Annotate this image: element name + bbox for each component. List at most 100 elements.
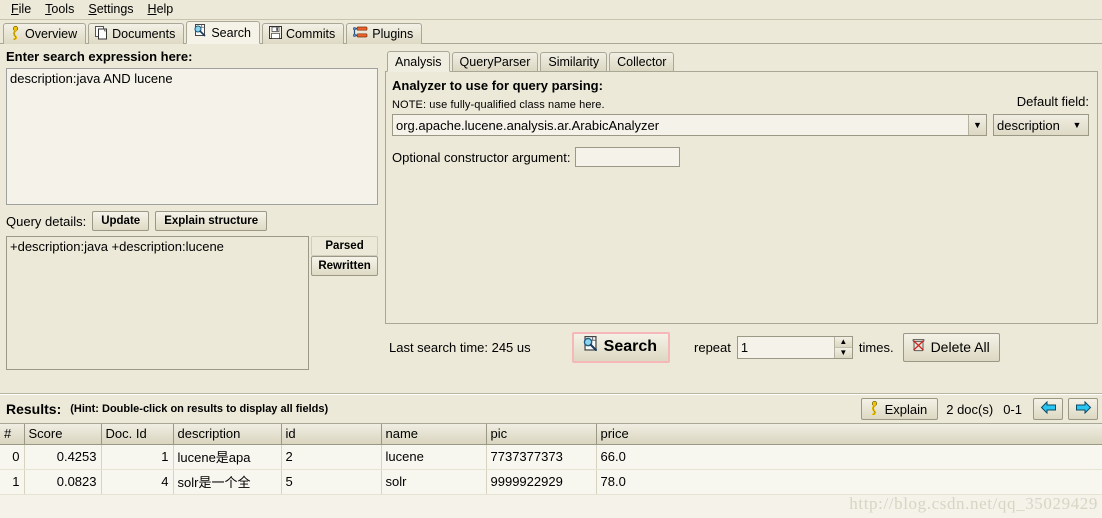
left-pane: Enter search expression here: descriptio… [0, 44, 383, 393]
tab-overview[interactable]: Overview [3, 23, 87, 44]
tab-queryparser[interactable]: QueryParser [451, 52, 539, 71]
analysis-tab-panel: Analyzer to use for query parsing: NOTE:… [385, 71, 1098, 324]
analyzer-heading: Analyzer to use for query parsing: [392, 78, 603, 93]
search-expression-label: Enter search expression here: [6, 49, 193, 64]
results-toolbar-right: Explain 2 doc(s) 0-1 [860, 398, 1098, 420]
cell-doc-id: 4 [101, 469, 174, 495]
cell-pic: 7737377373 [486, 444, 597, 470]
query-details-label: Query details: [6, 213, 87, 229]
column-header-doc-id[interactable]: Doc. Id [101, 424, 174, 445]
query-details-row: Query details: Update Explain structure [6, 209, 378, 233]
cell-description: lucene是apa [173, 444, 282, 470]
menu-item-settings[interactable]: Settings [81, 1, 140, 19]
parsed-button[interactable]: Parsed [311, 236, 378, 256]
tab-plugins[interactable]: Plugins [346, 23, 423, 44]
last-search-time-label: Last search time: 245 us [389, 339, 531, 355]
tab-collector[interactable]: Collector [609, 52, 675, 71]
column-header-name[interactable]: name [381, 424, 487, 445]
cell-doc-id: 1 [101, 444, 174, 470]
cell-name: solr [381, 469, 487, 495]
tab-label-commits: Commits [285, 27, 336, 41]
tab-similarity[interactable]: Similarity [540, 52, 608, 71]
rewritten-button[interactable]: Rewritten [311, 256, 378, 276]
analyzer-row: org.apache.lucene.analysis.ar.ArabicAnal… [392, 114, 1089, 136]
search-expression-input[interactable]: description:java AND lucene [6, 68, 378, 205]
magnifier-document-icon [193, 24, 207, 41]
column-header-id[interactable]: id [281, 424, 382, 445]
cell-num: 0 [0, 444, 25, 470]
constructor-argument-row: Optional constructor argument: [392, 147, 1089, 167]
plugins-icon [353, 26, 368, 42]
table-row[interactable]: 0 0.4253 1 lucene是apa 2 lucene 773737737… [0, 444, 1102, 470]
table-header-row: # Score Doc. Id description id name pic … [0, 424, 1102, 445]
repeat-spinner-arrows: ▲ ▼ [833, 336, 852, 358]
cell-description: solr是一个全 [173, 469, 282, 495]
cell-price: 78.0 [596, 469, 1102, 495]
results-hint: (Hint: Double-click on results to displa… [70, 403, 329, 415]
next-page-button[interactable] [1068, 398, 1098, 420]
search-button[interactable]: Search [571, 331, 671, 363]
results-table-container[interactable]: # Score Doc. Id description id name pic … [0, 423, 1102, 518]
table-row[interactable]: 1 0.0823 4 solr是一个全 5 solr 9999922929 78… [0, 469, 1102, 495]
menu-item-tools[interactable]: Tools [38, 1, 81, 19]
cell-num: 1 [0, 469, 25, 495]
person-yellow-icon [869, 400, 880, 418]
constructor-argument-input[interactable] [575, 147, 681, 167]
tab-label-overview: Overview [25, 27, 78, 41]
column-header-description[interactable]: description [173, 424, 282, 445]
arrow-left-icon [1040, 400, 1057, 417]
analyzer-note: NOTE: use fully-qualified class name her… [392, 99, 605, 111]
tab-label-search: Search [211, 25, 251, 40]
results-table: # Score Doc. Id description id name pic … [0, 424, 1102, 495]
cell-name: lucene [381, 444, 487, 470]
luke-application-window: File Tools Settings Help Overview Docume… [0, 0, 1102, 518]
column-header-num[interactable]: # [0, 424, 25, 445]
delete-all-button[interactable]: Delete All [902, 332, 1000, 362]
chevron-down-icon: ▼ [1072, 120, 1082, 130]
column-header-pic[interactable]: pic [486, 424, 597, 445]
analyzer-combobox[interactable]: org.apache.lucene.analysis.ar.ArabicAnal… [392, 114, 987, 136]
default-field-combobox[interactable]: description ▼ [993, 114, 1089, 136]
result-range-label: 0-1 [1003, 401, 1022, 417]
spinner-down-icon[interactable]: ▼ [834, 347, 852, 358]
repeat-label: repeat [694, 339, 731, 355]
tab-label-documents: Documents [112, 27, 176, 41]
floppy-disk-icon [268, 26, 282, 42]
tab-analysis[interactable]: Analysis [387, 51, 450, 72]
cell-pic: 9999922929 [486, 469, 597, 495]
arrow-right-icon [1075, 400, 1092, 417]
update-button[interactable]: Update [92, 211, 150, 231]
watermark-text: http://blog.csdn.net/qq_35029429 [849, 494, 1098, 513]
cell-id: 2 [281, 444, 382, 470]
default-field-combobox-value: description [997, 117, 1060, 133]
cell-price: 66.0 [596, 444, 1102, 470]
menu-item-help[interactable]: Help [141, 1, 181, 19]
tab-search[interactable]: Search [186, 21, 260, 44]
spinner-up-icon[interactable]: ▲ [834, 336, 852, 348]
menu-item-file[interactable]: File [4, 1, 38, 19]
analyzer-combobox-value: org.apache.lucene.analysis.ar.ArabicAnal… [396, 117, 660, 133]
cell-id: 5 [281, 469, 382, 495]
menu-bar: File Tools Settings Help [0, 0, 1102, 20]
column-header-score[interactable]: Score [24, 424, 102, 445]
parsed-rewritten-toggle-group: Parsed Rewritten [311, 236, 378, 276]
explain-structure-button[interactable]: Explain structure [155, 211, 268, 231]
trash-crossed-icon [911, 338, 926, 356]
documents-icon [95, 25, 108, 43]
results-title: Results: [6, 401, 62, 417]
previous-page-button[interactable] [1033, 398, 1063, 420]
tab-documents[interactable]: Documents [88, 23, 185, 44]
tab-commits[interactable]: Commits [261, 23, 345, 44]
repeat-spinner-value[interactable]: 1 [738, 337, 834, 358]
explain-button[interactable]: Explain [860, 398, 939, 420]
search-button-label: Search [603, 338, 658, 355]
column-header-price[interactable]: price [596, 424, 1102, 445]
doc-count-label: 2 doc(s) [946, 401, 994, 417]
query-details-area: +description:java +description:lucene Pa… [6, 236, 378, 370]
parsed-query-output[interactable]: +description:java +description:lucene [6, 236, 310, 370]
magnifier-document-icon [582, 336, 599, 358]
repeat-spinner[interactable]: 1 ▲ ▼ [736, 335, 853, 359]
constructor-argument-label: Optional constructor argument: [392, 149, 571, 165]
tab-label-plugins: Plugins [372, 27, 414, 41]
delete-all-label: Delete All [930, 339, 990, 355]
